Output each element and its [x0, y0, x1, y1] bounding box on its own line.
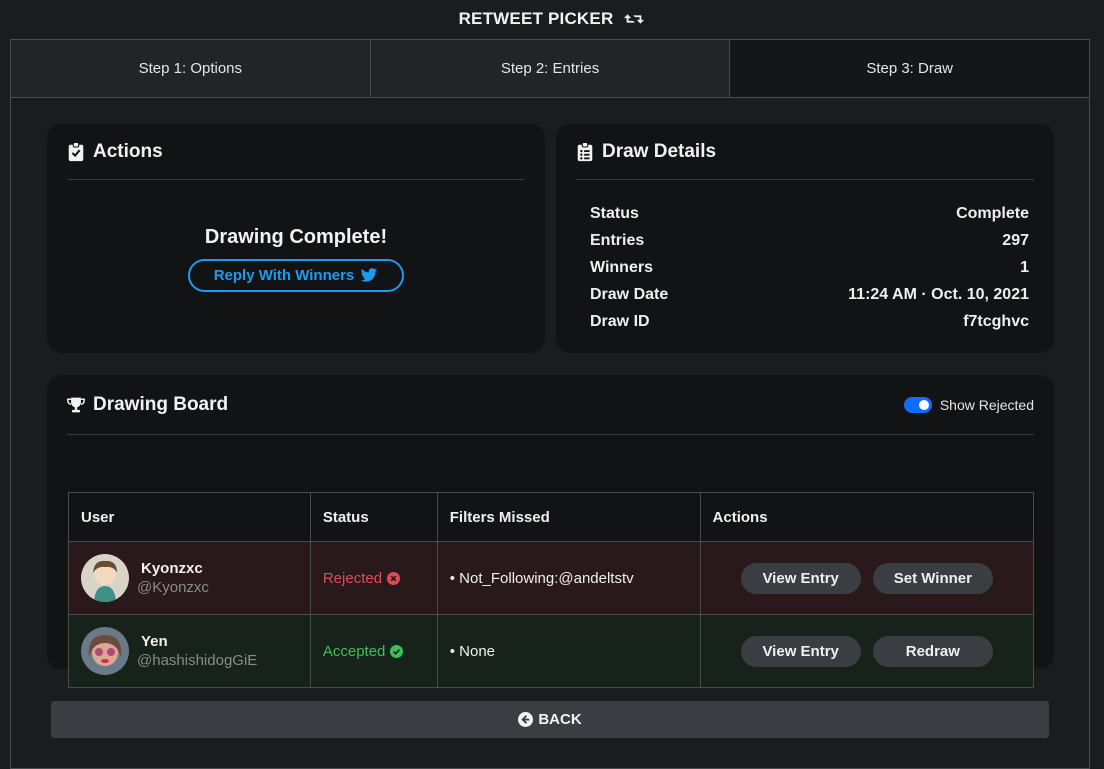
- column-header-user: User: [68, 492, 311, 542]
- detail-value: Complete: [956, 204, 1029, 222]
- arrow-left-circle-icon: [518, 712, 534, 727]
- detail-row-winners: Winners 1: [590, 254, 1029, 281]
- draw-details-card: Draw Details Status Complete Entries 297…: [556, 124, 1054, 353]
- detail-row-entries: Entries 297: [590, 227, 1029, 254]
- table-row: Kyonzxc @Kyonzxc Rejected • Not_Followin…: [68, 541, 1035, 615]
- clipboard-list-icon: [577, 141, 593, 161]
- trophy-icon: [67, 397, 85, 412]
- avatar: [81, 627, 129, 675]
- user-handle: @Kyonzxc: [137, 579, 209, 596]
- draw-details-list: Status Complete Entries 297 Winners 1 Dr…: [590, 200, 1029, 335]
- show-rejected-label: Show Rejected: [939, 396, 1034, 413]
- detail-value: 11:24 AM · Oct. 10, 2021: [848, 285, 1029, 303]
- detail-row-draw-id: Draw ID f7tcghvc: [590, 308, 1029, 335]
- drawing-status-text: Drawing Complete!: [204, 226, 388, 248]
- actions-cell: View Entry Set Winner: [699, 541, 1035, 615]
- draw-details-title: Draw Details: [602, 140, 717, 162]
- filters-missed-cell: • None: [436, 614, 701, 688]
- draw-details-header: Draw Details: [576, 124, 1034, 180]
- clipboard-check-icon: [68, 141, 84, 161]
- status-cell: Accepted: [309, 614, 438, 688]
- app-title: RETWEET PICKER: [0, 0, 1104, 38]
- retweet-icon: [624, 14, 645, 24]
- back-button[interactable]: BACK: [51, 701, 1049, 738]
- filters-missed-cell: • Not_Following:@andeltstv: [436, 541, 701, 615]
- user-name: Kyonzxc: [141, 560, 203, 577]
- app-title-text: RETWEET PICKER: [458, 9, 614, 28]
- detail-label: Draw Date: [590, 285, 669, 303]
- show-rejected-toggle[interactable]: [903, 396, 932, 413]
- drawing-board-card: Drawing Board Show Rejected User Status …: [47, 375, 1054, 688]
- detail-label: Draw ID: [590, 312, 650, 330]
- detail-value: 1: [1020, 258, 1029, 276]
- table-row: Yen @hashishidogGiE Accepted • None View…: [68, 614, 1035, 688]
- wizard-frame: Step 1: Options Step 2: Entries Step 3: …: [10, 39, 1090, 769]
- drawing-board-title: Drawing Board: [93, 393, 229, 415]
- tab-step-1-options[interactable]: Step 1: Options: [11, 40, 371, 97]
- x-circle-icon: [387, 571, 401, 585]
- user-handle: @hashishidogGiE: [137, 652, 258, 669]
- column-header-status: Status: [309, 492, 438, 542]
- actions-cell: View Entry Redraw: [699, 614, 1035, 688]
- set-winner-button[interactable]: Set Winner: [872, 562, 993, 594]
- detail-label: Winners: [590, 258, 653, 276]
- avatar: [81, 554, 129, 602]
- check-circle-icon: [390, 644, 404, 658]
- status-badge: Rejected: [323, 570, 437, 587]
- status-text: Rejected: [322, 569, 383, 587]
- column-header-filters-missed: Filters Missed: [436, 492, 701, 542]
- step-tabs: Step 1: Options Step 2: Entries Step 3: …: [11, 40, 1090, 98]
- redraw-button[interactable]: Redraw: [872, 635, 993, 667]
- actions-card: Actions Drawing Complete! Reply With Win…: [47, 124, 545, 353]
- drawing-board-title-group: Drawing Board: [67, 394, 228, 416]
- view-entry-button[interactable]: View Entry: [740, 562, 861, 594]
- user-cell: Yen @hashishidogGiE: [68, 614, 311, 688]
- user-name: Yen: [141, 633, 168, 650]
- detail-row-draw-date: Draw Date 11:24 AM · Oct. 10, 2021: [590, 281, 1029, 308]
- status-cell: Rejected: [309, 541, 438, 615]
- actions-card-header: Actions: [67, 124, 525, 180]
- column-header-actions: Actions: [699, 492, 1035, 542]
- back-button-label: BACK: [538, 711, 582, 728]
- drawing-board-table: User Status Filters Missed Actions Kyonz…: [68, 492, 1035, 688]
- twitter-icon: [361, 268, 378, 282]
- show-rejected-toggle-group: Show Rejected: [903, 396, 1034, 413]
- detail-value: f7tcghvc: [963, 312, 1029, 330]
- table-header-row: User Status Filters Missed Actions: [68, 492, 1035, 542]
- detail-label: Entries: [590, 231, 645, 249]
- detail-value: 297: [1002, 231, 1029, 249]
- status-badge: Accepted: [323, 643, 437, 660]
- reply-button-label: Reply With Winners: [213, 267, 355, 284]
- reply-with-winners-button[interactable]: Reply With Winners: [188, 259, 404, 292]
- user-cell: Kyonzxc @Kyonzxc: [68, 541, 311, 615]
- actions-card-title: Actions: [93, 140, 163, 162]
- detail-label: Status: [590, 204, 639, 222]
- view-entry-button[interactable]: View Entry: [740, 635, 861, 667]
- status-text: Accepted: [322, 642, 386, 660]
- detail-row-status: Status Complete: [590, 200, 1029, 227]
- tab-step-3-draw[interactable]: Step 3: Draw: [730, 40, 1090, 97]
- drawing-board-header: Drawing Board Show Rejected: [67, 375, 1034, 435]
- tab-step-2-entries[interactable]: Step 2: Entries: [370, 40, 731, 97]
